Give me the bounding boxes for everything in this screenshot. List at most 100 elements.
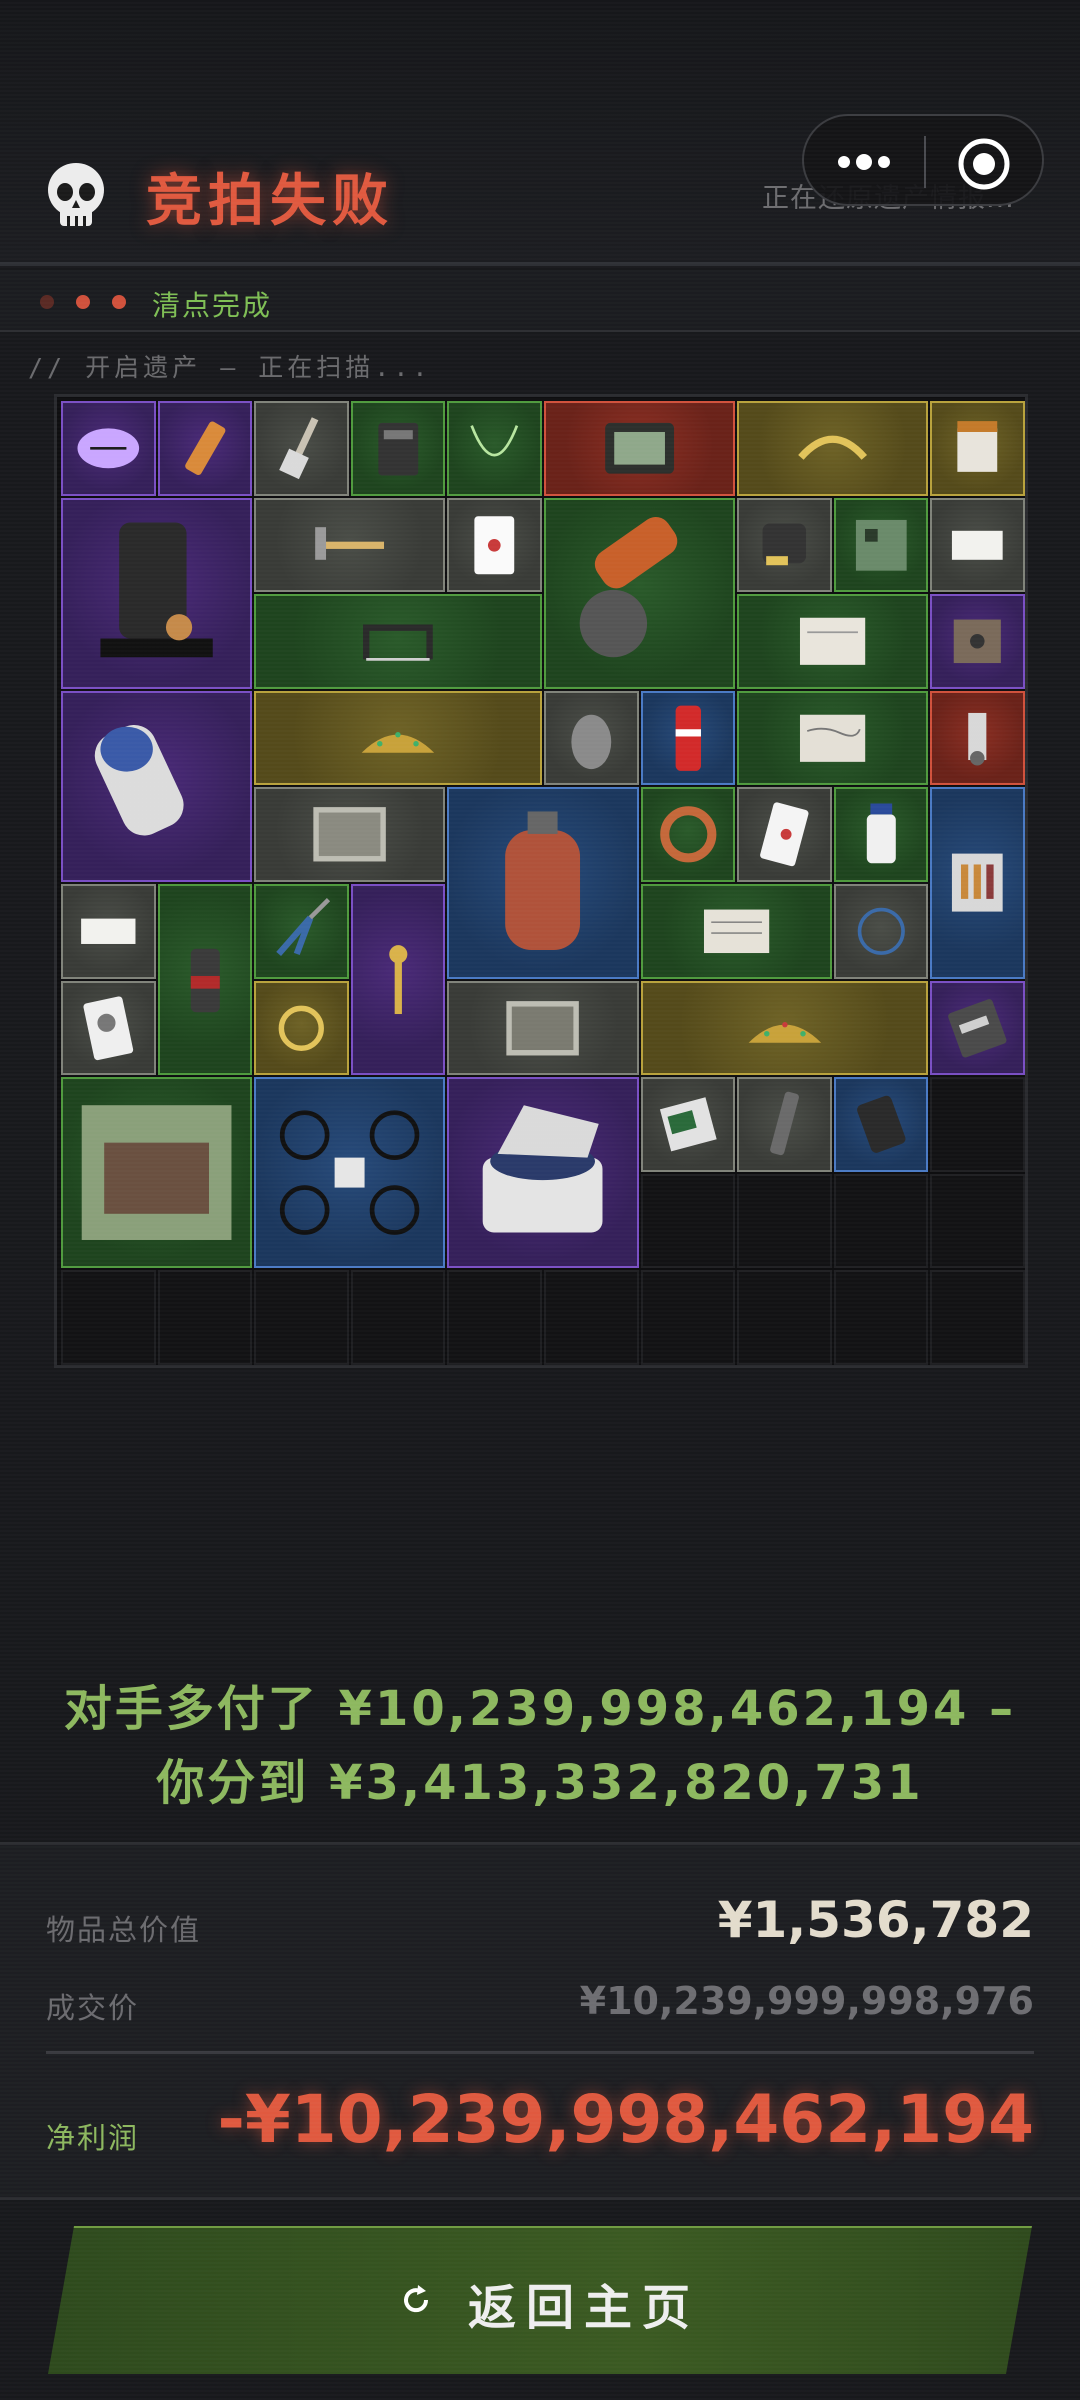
old-document-icon <box>800 617 866 666</box>
empty-grid-cell <box>254 1270 349 1365</box>
spray-can-icon <box>190 948 220 1013</box>
target-circle-icon[interactable] <box>956 136 1012 192</box>
inventory-item-jeweled-tiara[interactable] <box>254 690 542 786</box>
inventory-item-sheet-music[interactable] <box>640 884 832 979</box>
inventory-item-pliers[interactable] <box>254 884 349 979</box>
inventory-item-circuit-board[interactable] <box>833 497 929 593</box>
deal-price-label: 成交价 <box>46 1991 140 2025</box>
inventory-item-matchbox[interactable] <box>640 1077 736 1172</box>
deal-price-value: ¥10,239,999,998,976 <box>579 1979 1034 2023</box>
inventory-item-ammo-box[interactable] <box>930 787 1025 979</box>
ammo-box-icon <box>952 853 1004 912</box>
sheet-music-icon <box>703 909 769 954</box>
inventory-item-power-bank[interactable] <box>833 1077 929 1172</box>
inventory-item-telescope-device[interactable] <box>61 690 253 882</box>
inventory-item-drone[interactable] <box>254 1077 446 1269</box>
inventory-item-tape-measure[interactable] <box>737 497 832 593</box>
inventory-item-hammer[interactable] <box>254 497 446 593</box>
inventory-item-medicine-bottle[interactable] <box>833 787 929 882</box>
gold-scepter-icon <box>389 945 408 1015</box>
inventory-item-rugby-ball[interactable] <box>61 401 156 496</box>
inventory-item-battery[interactable] <box>350 401 446 496</box>
inventory-item-paint-brush[interactable] <box>254 401 349 496</box>
empty-grid-cell <box>61 1270 156 1365</box>
inventory-item-jeweled-tiara-2[interactable] <box>640 980 929 1076</box>
inventory-item-gold-scepter[interactable] <box>350 884 446 1076</box>
status-label: 清点完成 <box>152 289 273 322</box>
necklace-icon <box>470 425 519 457</box>
empty-grid-cell <box>447 1270 542 1365</box>
soda-can-icon <box>675 705 701 771</box>
gold-bracelet-icon <box>278 1005 325 1051</box>
status-dot <box>40 295 54 309</box>
inventory-item-centrifuge[interactable] <box>447 1077 639 1269</box>
angle-grinder-icon <box>579 516 678 657</box>
status-dot <box>76 295 90 309</box>
matchbox-icon <box>659 1097 717 1152</box>
spark-plug-icon <box>968 712 987 766</box>
inventory-item-photo-print-2[interactable] <box>447 980 639 1076</box>
inventory-item-copper-coil[interactable] <box>640 787 736 882</box>
inventory-item-necklace[interactable] <box>447 401 542 496</box>
inventory-item-old-document[interactable] <box>737 594 929 689</box>
photo-print-2-icon <box>506 1000 580 1056</box>
inventory-item-photo-print[interactable] <box>254 787 446 882</box>
inventory-item-gold-bracelet[interactable] <box>254 980 349 1076</box>
net-profit-label: 净利润 <box>46 2121 140 2155</box>
telescope-device-icon <box>94 724 184 836</box>
empty-grid-cell <box>640 1173 736 1269</box>
more-dots-icon[interactable] <box>832 146 896 178</box>
empty-grid-cell <box>640 1270 736 1365</box>
napkin-icon <box>81 918 136 944</box>
laurel-crown-icon <box>798 435 868 460</box>
refresh-icon <box>396 2280 436 2320</box>
gas-cylinder-icon <box>505 811 581 951</box>
status-bar: 清点完成 <box>0 270 1080 332</box>
inventory-item-playing-card[interactable] <box>447 497 542 593</box>
result-line-2: 你分到 ¥3,413,332,820,731 <box>156 1755 924 1811</box>
inventory-item-spray-can[interactable] <box>157 884 253 1076</box>
inventory-item-ace-card[interactable] <box>737 787 832 882</box>
inventory-item-food-pack[interactable] <box>930 401 1025 496</box>
inventory-item-laurel-crown[interactable] <box>737 401 929 496</box>
inventory-item-tablet-case[interactable] <box>544 401 736 496</box>
paint-brush-icon <box>279 417 319 480</box>
firecracker-icon <box>184 421 225 476</box>
inventory-item-flashlight[interactable] <box>737 1077 832 1172</box>
inventory-item-gas-cylinder[interactable] <box>447 787 639 979</box>
inventory-item-network-cable[interactable] <box>833 884 929 979</box>
summary-divider <box>46 2051 1034 2054</box>
handwritten-letter-icon <box>800 714 866 762</box>
inventory-item-hacksaw[interactable] <box>254 594 542 689</box>
inventory-item-mouse[interactable] <box>544 690 639 786</box>
inventory-item-coffee-machine[interactable] <box>61 497 253 689</box>
inventory-grid <box>54 394 1028 1368</box>
inventory-item-spark-plug[interactable] <box>930 690 1025 786</box>
inventory-item-angle-grinder[interactable] <box>544 497 736 689</box>
inventory-item-napkin[interactable] <box>61 884 156 979</box>
medicine-bottle-icon <box>866 803 896 864</box>
total-value-label: 物品总价值 <box>46 1913 202 1947</box>
ace-card-icon <box>760 802 809 867</box>
total-value: ¥1,536,782 <box>717 1891 1034 1949</box>
paper-note-icon <box>952 530 1004 560</box>
tablet-case-icon <box>605 422 675 474</box>
inventory-item-firecracker[interactable] <box>157 401 253 496</box>
return-home-button[interactable]: 返回主页 <box>48 2226 1032 2374</box>
inventory-item-soda-can[interactable] <box>640 690 736 786</box>
playing-card-icon <box>474 515 515 574</box>
inventory-item-cassette[interactable] <box>930 594 1025 689</box>
tape-measure-icon <box>762 523 807 565</box>
empty-grid-cell <box>930 1077 1025 1172</box>
return-home-label: 返回主页 <box>468 2280 701 2336</box>
empty-grid-cell <box>737 1270 832 1365</box>
hammer-icon <box>315 526 385 560</box>
empty-grid-cell <box>350 1270 446 1365</box>
cassette-icon <box>954 619 1002 664</box>
inventory-item-hotel-painting[interactable] <box>61 1077 253 1269</box>
inventory-item-portrait-card[interactable] <box>61 980 156 1076</box>
inventory-item-handwritten-letter[interactable] <box>737 690 929 786</box>
jeweled-tiara-2-icon <box>748 1021 821 1043</box>
inventory-item-paper-note[interactable] <box>930 497 1025 593</box>
inventory-item-hard-drive[interactable] <box>930 980 1025 1076</box>
